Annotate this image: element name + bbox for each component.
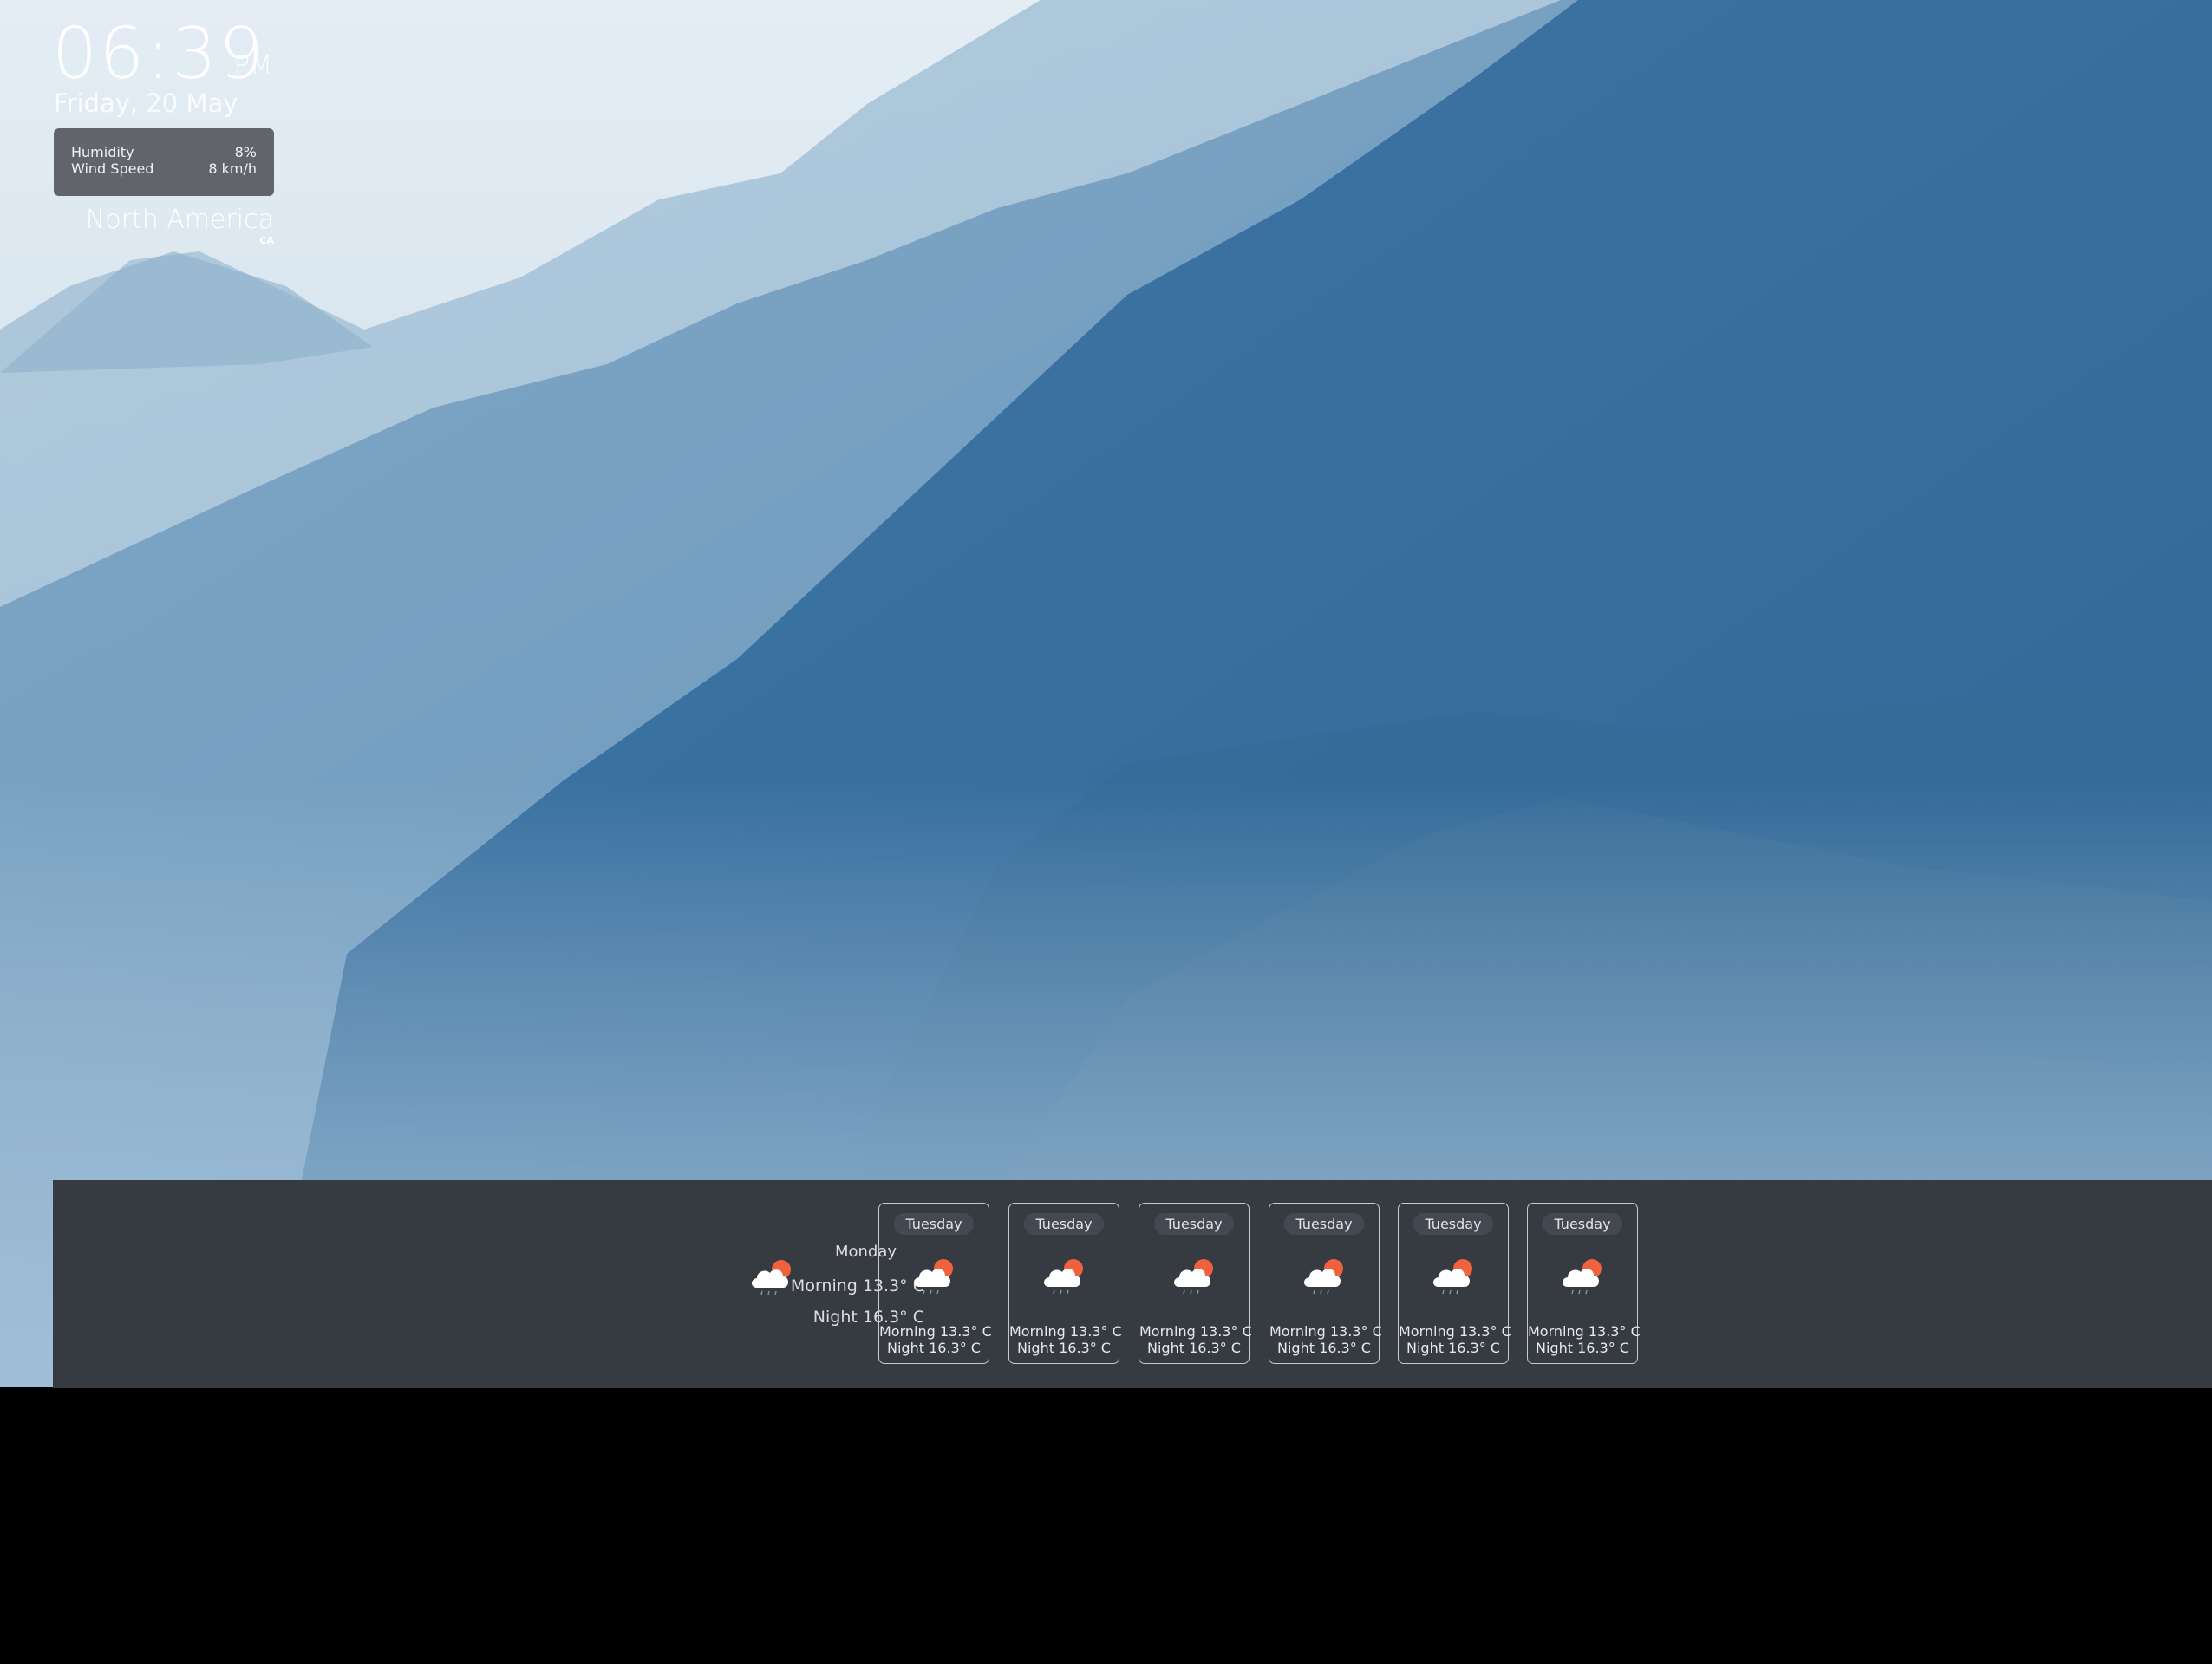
humidity-value: 8% bbox=[234, 144, 257, 160]
clock-widget: 06:39 PM Friday, 20 May bbox=[52, 19, 272, 119]
forecast-day-card[interactable]: Tuesday Morning 13.3° C Night 16.3° C bbox=[878, 1203, 992, 1364]
forecast-morning-temp: Morning 13.3° C bbox=[1139, 1323, 1252, 1340]
forecast-day-card[interactable]: Tuesday Morning 13.3° C Night 16.3° C bbox=[1269, 1203, 1382, 1364]
cloud-rain-sun-icon bbox=[1559, 1257, 1608, 1299]
forecast-night-temp: Night 16.3° C bbox=[1017, 1340, 1111, 1356]
location-country-code: CA bbox=[259, 235, 274, 246]
forecast-day-card[interactable]: Tuesday Morning 13.3° C Night 16.3° C bbox=[1527, 1203, 1641, 1364]
forecast-day-label: Tuesday bbox=[1413, 1213, 1493, 1235]
humidity-row: Humidity 8% bbox=[71, 144, 257, 160]
forecast-night-temp: Night 16.3° C bbox=[1147, 1340, 1241, 1356]
weather-stats-panel: Humidity 8% Wind Speed 8 km/h bbox=[54, 128, 274, 196]
forecast-morning-temp: Morning 13.3° C bbox=[1009, 1323, 1122, 1340]
wind-speed-label: Wind Speed bbox=[71, 160, 154, 177]
cloud-rain-sun-icon bbox=[748, 1258, 797, 1300]
location-widget: North America CA bbox=[52, 205, 274, 246]
forecast-day-label: Tuesday bbox=[894, 1213, 974, 1235]
forecast-day-label: Tuesday bbox=[1154, 1213, 1234, 1235]
forecast-day-card[interactable]: Tuesday Morning 13.3° C Night 16.3° C bbox=[1139, 1203, 1252, 1364]
forecast-morning-temp: Morning 13.3° C bbox=[1399, 1323, 1511, 1340]
cloud-rain-sun-icon bbox=[1301, 1257, 1349, 1299]
humidity-label: Humidity bbox=[71, 144, 134, 160]
forecast-day-card[interactable]: Tuesday Morning 13.3° C Night 16.3° C bbox=[1398, 1203, 1511, 1364]
forecast-night-temp: Night 16.3° C bbox=[1277, 1340, 1371, 1356]
forecast-night-temp: Night 16.3° C bbox=[887, 1340, 981, 1356]
cloud-rain-sun-icon bbox=[1041, 1257, 1089, 1299]
forecast-day-label: Tuesday bbox=[1024, 1213, 1104, 1235]
cloud-rain-sun-icon bbox=[910, 1257, 959, 1299]
forecast-morning-temp: Morning 13.3° C bbox=[879, 1323, 992, 1340]
forecast-morning-temp: Morning 13.3° C bbox=[1269, 1323, 1382, 1340]
clock-date: Friday, 20 May bbox=[54, 88, 238, 118]
desktop-wallpaper bbox=[0, 0, 2212, 1387]
forecast-panel: Monday Morning 13.3° C Night 16.3° C Tue… bbox=[53, 1180, 2212, 1388]
cloud-rain-sun-icon bbox=[1430, 1257, 1478, 1299]
cloud-rain-sun-icon bbox=[1171, 1257, 1219, 1299]
forecast-day-card[interactable]: Tuesday Morning 13.3° C Night 16.3° C bbox=[1008, 1203, 1122, 1364]
clock-ampm: PM bbox=[234, 50, 272, 81]
location-name: North America bbox=[85, 205, 274, 235]
forecast-morning-temp: Morning 13.3° C bbox=[1528, 1323, 1641, 1340]
forecast-day-label: Tuesday bbox=[1284, 1213, 1364, 1235]
misty-mountains-image bbox=[0, 0, 2212, 1387]
forecast-day-label: Tuesday bbox=[1543, 1213, 1622, 1235]
forecast-night-temp: Night 16.3° C bbox=[1536, 1340, 1629, 1356]
wind-speed-row: Wind Speed 8 km/h bbox=[71, 160, 257, 177]
forecast-night-temp: Night 16.3° C bbox=[1406, 1340, 1500, 1356]
wind-speed-value: 8 km/h bbox=[208, 160, 257, 177]
